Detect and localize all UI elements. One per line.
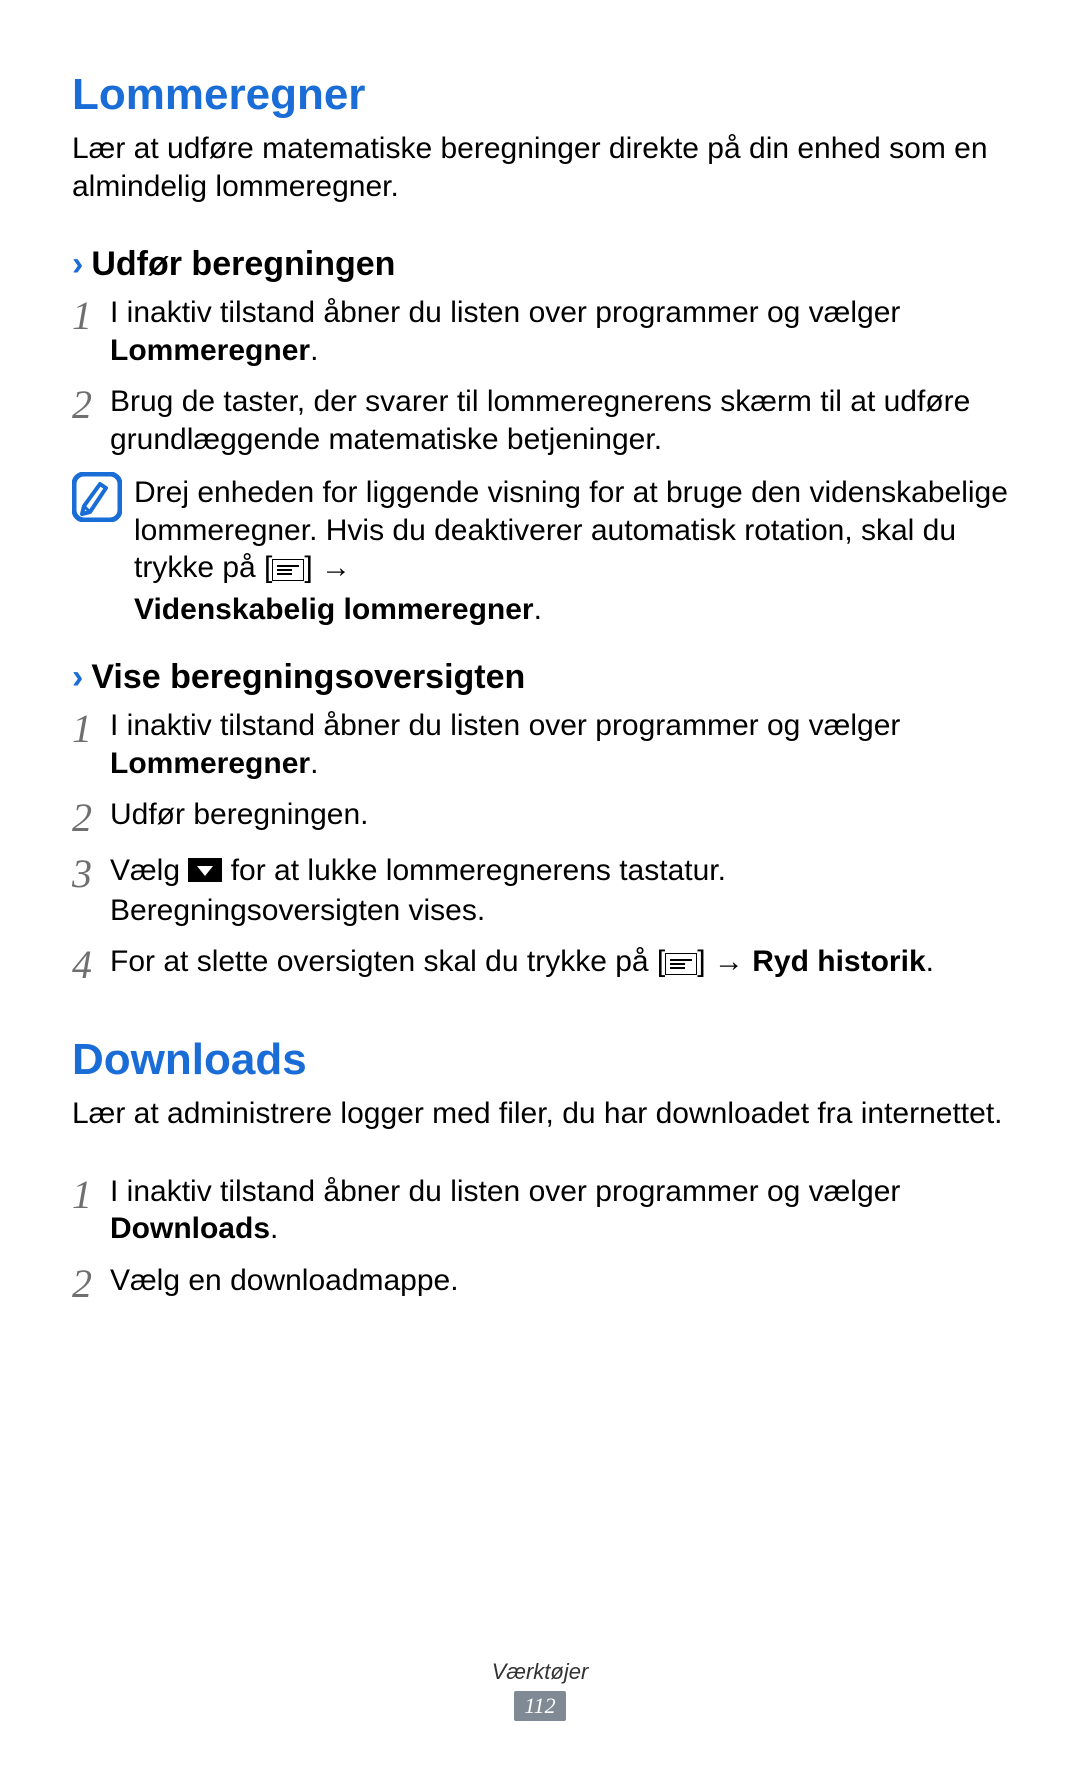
text-part: .: [270, 1212, 278, 1245]
step-row: 1 I inaktiv tilstand åbner du listen ove…: [72, 1173, 1008, 1248]
step-number: 4: [72, 943, 110, 985]
step-row: 2 Vælg en downloadmappe.: [72, 1262, 1008, 1304]
chevron-right-icon: ›: [72, 245, 83, 284]
text-part: ] →: [697, 945, 752, 978]
text-part: I inaktiv tilstand åbner du listen over …: [110, 709, 900, 742]
subheading-vise-text: Vise beregningsoversigten: [91, 658, 525, 697]
step-row: 3 Vælg for at lukke lommeregnerens tasta…: [72, 852, 1008, 929]
step-row: 2 Udfør beregningen.: [72, 796, 1008, 838]
step-row: 4 For at slette oversigten skal du trykk…: [72, 943, 1008, 985]
menu-icon: [665, 947, 697, 985]
step-text: I inaktiv tilstand åbner du listen over …: [110, 707, 1008, 782]
note-text: Drej enheden for liggende visning for at…: [134, 472, 1008, 628]
subheading-udfor-text: Udfør beregningen: [91, 245, 395, 284]
subheading-vise: › Vise beregningsoversigten: [72, 658, 1008, 697]
bold-text: Ryd historik: [752, 945, 925, 978]
bold-text: Downloads: [110, 1212, 270, 1245]
heading-downloads: Downloads: [72, 1035, 1008, 1085]
page-number: 112: [514, 1691, 565, 1721]
step-text: Vælg for at lukke lommeregnerens tastatu…: [110, 852, 1008, 929]
text-part: .: [310, 334, 318, 367]
subheading-udfor: › Udfør beregningen: [72, 245, 1008, 284]
bold-text: Lommeregner: [110, 334, 310, 367]
step-row: 1 I inaktiv tilstand åbner du listen ove…: [72, 707, 1008, 782]
step-text: Vælg en downloadmappe.: [110, 1262, 1008, 1304]
step-number: 2: [72, 1262, 110, 1304]
step-text: I inaktiv tilstand åbner du listen over …: [110, 1173, 1008, 1248]
text-part: I inaktiv tilstand åbner du listen over …: [110, 296, 900, 329]
step-row: 1 I inaktiv tilstand åbner du listen ove…: [72, 294, 1008, 369]
menu-icon: [272, 553, 304, 591]
step-text: For at slette oversigten skal du trykke …: [110, 943, 1008, 985]
heading-lommeregner: Lommeregner: [72, 70, 1008, 120]
intro-lommeregner: Lær at udføre matematiske beregninger di…: [72, 130, 1008, 205]
step-number: 2: [72, 796, 110, 838]
text-part: Vælg: [110, 854, 188, 887]
text-part: ] →: [304, 551, 351, 584]
text-part: .: [926, 945, 934, 978]
note-icon: [72, 472, 122, 522]
note-block: Drej enheden for liggende visning for at…: [72, 472, 1008, 628]
text-part: Drej enheden for liggende visning for at…: [134, 476, 1008, 584]
step-number: 1: [72, 707, 110, 782]
text-part: .: [534, 593, 542, 626]
step-text: Brug de taster, der svarer til lommeregn…: [110, 383, 1008, 458]
page-footer: Værktøjer 112: [0, 1659, 1080, 1721]
bold-text: Videnskabelig lommeregner: [134, 593, 534, 626]
step-number: 1: [72, 1173, 110, 1248]
chevron-right-icon: ›: [72, 658, 83, 697]
text-part: For at slette oversigten skal du trykke …: [110, 945, 665, 978]
step-text: Udfør beregningen.: [110, 796, 1008, 838]
step-number: 2: [72, 383, 110, 458]
dropdown-down-icon: [188, 854, 222, 892]
footer-section-label: Værktøjer: [0, 1659, 1080, 1685]
bold-text: Lommeregner: [110, 747, 310, 780]
step-row: 2 Brug de taster, der svarer til lommere…: [72, 383, 1008, 458]
text-part: I inaktiv tilstand åbner du listen over …: [110, 1175, 900, 1208]
step-text: I inaktiv tilstand åbner du listen over …: [110, 294, 1008, 369]
step-number: 3: [72, 852, 110, 929]
text-part: .: [310, 747, 318, 780]
intro-downloads: Lær at administrere logger med filer, du…: [72, 1095, 1008, 1133]
step-number: 1: [72, 294, 110, 369]
